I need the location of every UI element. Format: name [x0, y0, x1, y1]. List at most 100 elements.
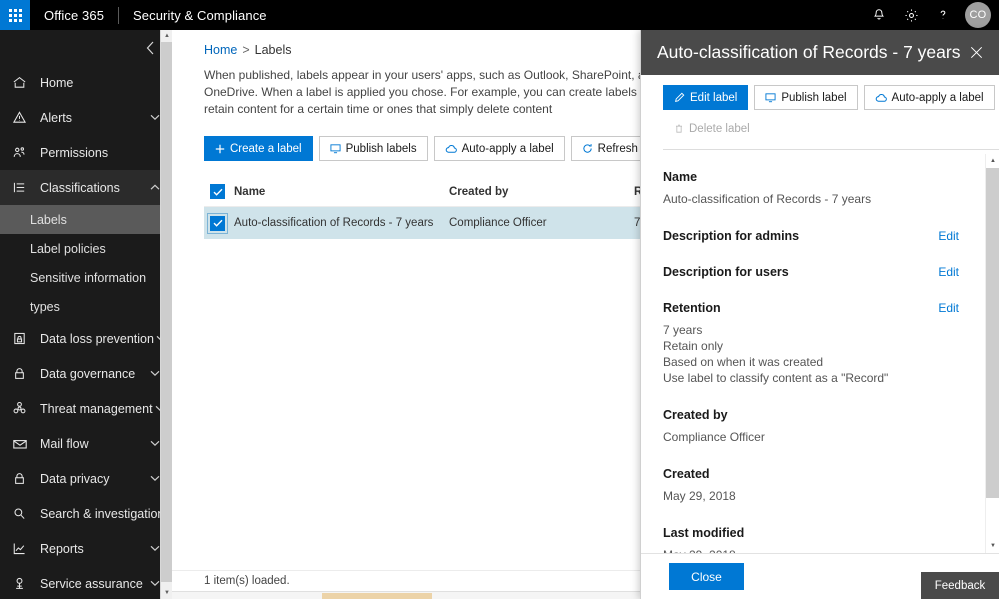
trash-icon	[674, 123, 684, 134]
sidebar-item-label: Reports	[34, 542, 148, 556]
retention-duration: 7 years	[663, 322, 959, 338]
biohazard-icon	[12, 399, 34, 419]
app-launcher-button[interactable]	[0, 0, 30, 30]
help-icon[interactable]	[927, 0, 959, 30]
field-description-users: Description for users Edit	[663, 265, 959, 279]
sidebar-item-reports[interactable]: Reports	[0, 531, 172, 566]
sidebar-item-alerts[interactable]: Alerts	[0, 100, 172, 135]
publish-label-text: Publish label	[781, 92, 846, 104]
panel-scroll-up-icon[interactable]: ▲	[986, 154, 999, 168]
auto-apply-label-text: Auto-apply a label	[462, 143, 554, 155]
sidebar-item-label: Search & investigation	[34, 507, 164, 521]
sidebar-item-permissions[interactable]: Permissions	[0, 135, 172, 170]
permissions-people-icon	[12, 143, 34, 163]
column-header-name[interactable]: Name	[234, 186, 449, 198]
plus-icon	[215, 144, 225, 154]
chart-line-icon	[12, 539, 34, 559]
sidebar-item-label: Data loss prevention	[34, 332, 154, 346]
sidebar-item-label: Data governance	[34, 367, 148, 381]
suite-bar: Office 365 Security & Compliance	[0, 0, 999, 30]
row-name: Auto-classification of Records - 7 years	[234, 217, 449, 229]
row-created-by: Compliance Officer	[449, 217, 634, 229]
field-last-modified-label: Last modified	[663, 526, 959, 540]
field-created-value: May 29, 2018	[663, 488, 959, 504]
create-label-button[interactable]: Create a label	[204, 136, 313, 161]
sidebar-item-label: Alerts	[34, 111, 148, 125]
retention-action: Retain only	[663, 338, 959, 354]
column-header-created-by[interactable]: Created by	[449, 186, 634, 198]
field-name: Name Auto-classification of Records - 7 …	[663, 170, 959, 207]
sidebar-item-threat-management[interactable]: Threat management	[0, 391, 172, 426]
horizontal-scrollbar-thumb[interactable]	[322, 593, 432, 599]
edit-retention-link[interactable]: Edit	[938, 301, 959, 315]
envelope-icon	[12, 434, 34, 454]
sidebar-item-mail-flow[interactable]: Mail flow	[0, 426, 172, 461]
publish-labels-button[interactable]: Publish labels	[319, 136, 428, 161]
edit-description-admins-link[interactable]: Edit	[938, 229, 959, 243]
field-created-label: Created	[663, 467, 959, 481]
row-checkbox[interactable]	[210, 216, 225, 231]
panel-scrollbar-thumb[interactable]	[986, 168, 999, 498]
publish-monitor-icon	[330, 143, 341, 154]
sidebar-item-search-investigation[interactable]: Search & investigation	[0, 496, 172, 531]
sidebar-subitem-label-policies[interactable]: Label policies	[0, 234, 172, 263]
field-retention-label: Retention	[663, 301, 938, 315]
row-checkbox-focus-ring	[210, 216, 225, 231]
edit-label-button[interactable]: Edit label	[663, 85, 748, 110]
notifications-icon[interactable]	[863, 0, 895, 30]
sidebar: Home Alerts Permissions	[0, 30, 172, 599]
chevron-left-icon	[146, 41, 155, 55]
row-checkbox-cell[interactable]	[204, 216, 234, 231]
pencil-icon	[674, 92, 685, 103]
sidebar-item-label: Permissions	[34, 146, 148, 160]
close-icon[interactable]	[963, 40, 989, 66]
panel-scroll-down-icon[interactable]: ▼	[986, 539, 999, 553]
field-created-head: Created	[663, 467, 959, 481]
sidebar-item-label: Classifications	[34, 181, 148, 195]
select-all-checkbox-cell[interactable]	[204, 184, 234, 199]
app-launcher-icon	[9, 9, 22, 22]
sidebar-item-home[interactable]: Home	[0, 65, 172, 100]
classifications-list-icon	[12, 178, 34, 198]
field-description-admins-head: Description for admins Edit	[663, 229, 959, 243]
app-root: Office 365 Security & Compliance	[0, 0, 999, 599]
field-last-modified-head: Last modified	[663, 526, 959, 540]
retention-record-classification: Use label to classify content as a "Reco…	[663, 370, 959, 386]
breadcrumb-home[interactable]: Home	[204, 43, 237, 57]
panel-scrollbar[interactable]: ▲ ▼	[985, 154, 999, 553]
label-details-panel: Auto-classification of Records - 7 years…	[640, 30, 999, 599]
sidebar-subitem-sensitive-information-types[interactable]: Sensitive information	[0, 263, 172, 292]
refresh-button[interactable]: Refresh	[571, 136, 649, 161]
refresh-text: Refresh	[598, 143, 638, 155]
panel-auto-apply-label-button[interactable]: Auto-apply a label	[864, 85, 995, 110]
field-created-by-value: Compliance Officer	[663, 429, 959, 445]
publish-monitor-icon	[765, 92, 776, 103]
edit-description-users-link[interactable]: Edit	[938, 265, 959, 279]
check-icon	[213, 219, 223, 227]
sidebar-item-service-assurance[interactable]: Service assurance	[0, 566, 172, 599]
sidebar-item-data-loss-prevention[interactable]: Data loss prevention	[0, 321, 172, 356]
publish-label-button[interactable]: Publish label	[754, 85, 857, 110]
create-label-text: Create a label	[230, 143, 302, 155]
sidebar-scrollbar[interactable]: ▲ ▼	[160, 30, 172, 599]
sidebar-item-label: Mail flow	[34, 437, 148, 451]
sidebar-item-classifications[interactable]: Classifications	[0, 170, 172, 205]
feedback-button[interactable]: Feedback	[921, 572, 999, 599]
suite-app-name[interactable]: Security & Compliance	[119, 8, 281, 23]
home-icon	[12, 73, 34, 93]
sidebar-item-data-privacy[interactable]: Data privacy	[0, 461, 172, 496]
gear-icon[interactable]	[895, 0, 927, 30]
breadcrumb-separator: >	[237, 43, 254, 57]
sidebar-collapse-button[interactable]	[0, 30, 172, 65]
sidebar-subitem-labels[interactable]: Labels	[0, 205, 172, 234]
auto-apply-label-button[interactable]: Auto-apply a label	[434, 136, 565, 161]
sidebar-subitem-sensitive-information-types-line2[interactable]: types	[0, 292, 172, 321]
sidebar-item-data-governance[interactable]: Data governance	[0, 356, 172, 391]
select-all-checkbox[interactable]	[210, 184, 225, 199]
avatar[interactable]: CO	[965, 2, 991, 28]
suite-brand[interactable]: Office 365	[30, 8, 118, 23]
close-button[interactable]: Close	[669, 563, 744, 590]
cloud-auto-icon	[875, 93, 887, 103]
lock-icon	[12, 469, 34, 489]
alert-triangle-icon	[12, 108, 34, 128]
